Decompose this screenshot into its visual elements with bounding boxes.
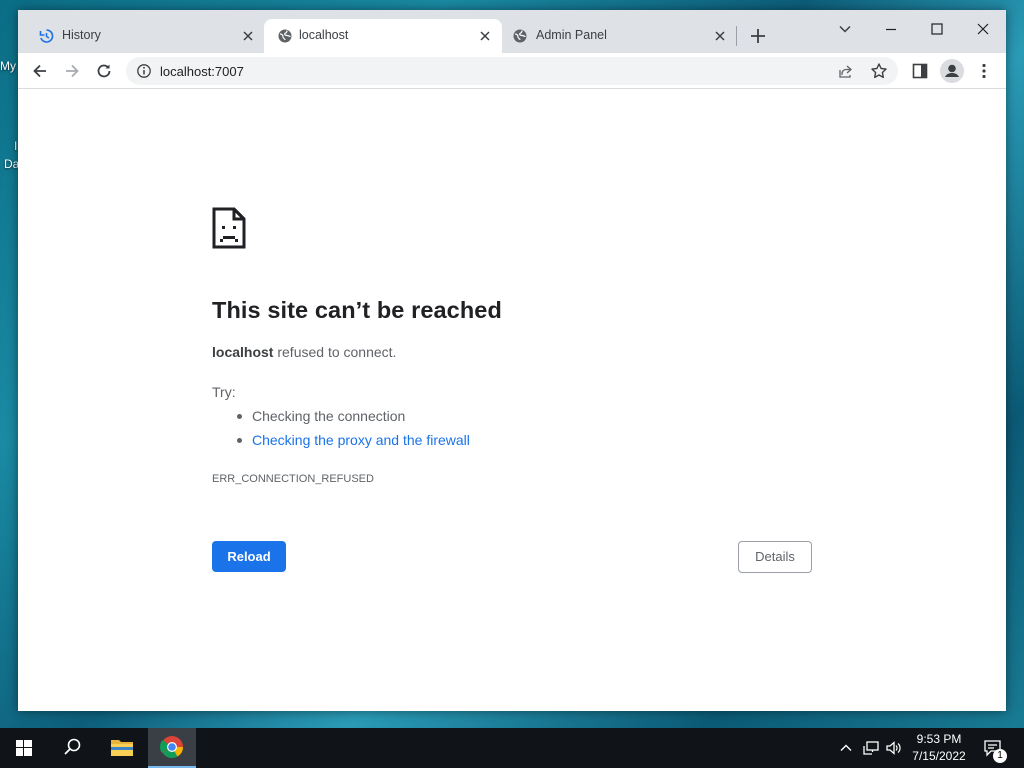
close-icon[interactable] bbox=[240, 28, 256, 44]
clock-time: 9:53 PM bbox=[916, 732, 962, 746]
suggestion-item: Checking the connection bbox=[237, 407, 470, 431]
windows-logo-icon bbox=[16, 740, 32, 756]
tab-localhost[interactable]: localhost bbox=[264, 19, 502, 53]
reload-button[interactable]: Reload bbox=[212, 541, 286, 572]
tab-divider bbox=[736, 26, 737, 46]
close-icon[interactable] bbox=[712, 28, 728, 44]
clock-date: 7/15/2022 bbox=[912, 749, 966, 763]
chrome-icon bbox=[160, 736, 183, 758]
person-icon bbox=[945, 64, 959, 77]
minimize-button[interactable] bbox=[878, 16, 904, 42]
start-button[interactable] bbox=[0, 728, 48, 768]
details-button[interactable]: Details bbox=[738, 541, 812, 573]
minimize-icon bbox=[886, 28, 896, 31]
sad-document-icon bbox=[212, 207, 246, 249]
chevron-down-icon bbox=[839, 25, 851, 33]
history-icon bbox=[39, 29, 54, 43]
chrome-taskbar-button[interactable] bbox=[148, 728, 196, 768]
search-icon bbox=[64, 738, 81, 755]
url-text: localhost:7007 bbox=[160, 64, 244, 79]
network-icon[interactable] bbox=[862, 739, 880, 757]
tab-search-button[interactable] bbox=[832, 16, 858, 42]
close-window-button[interactable] bbox=[970, 16, 996, 42]
reload-icon[interactable] bbox=[94, 61, 114, 81]
system-clock[interactable]: 9:53 PM 7/15/2022 bbox=[904, 731, 974, 765]
tab-label: History bbox=[62, 28, 101, 42]
more-options-icon[interactable] bbox=[974, 61, 994, 81]
notification-badge: 1 bbox=[993, 749, 1007, 763]
error-page: This site can’t be reached localhost ref… bbox=[18, 90, 1006, 711]
suggestion-list: Checking the connection Checking the pro… bbox=[237, 407, 470, 455]
error-code: ERR_CONNECTION_REFUSED bbox=[212, 473, 374, 485]
side-panel-icon[interactable] bbox=[910, 61, 930, 81]
new-tab-plus-icon[interactable] bbox=[749, 27, 767, 45]
error-message: localhost refused to connect. bbox=[212, 344, 396, 360]
error-message-text: refused to connect. bbox=[273, 344, 397, 360]
maximize-button[interactable] bbox=[924, 16, 950, 42]
taskbar: 9:53 PM 7/15/2022 1 bbox=[0, 728, 1024, 768]
try-label: Try: bbox=[212, 384, 236, 400]
folder-icon bbox=[111, 740, 133, 756]
close-icon bbox=[977, 23, 989, 35]
desktop-icon-label: I bbox=[14, 139, 18, 153]
tab-strip: History localhost Admin Panel bbox=[18, 10, 1006, 53]
back-arrow-icon[interactable] bbox=[30, 61, 50, 81]
maximize-icon bbox=[931, 23, 943, 35]
error-title: This site can’t be reached bbox=[212, 297, 502, 323]
desktop-icon-label: My bbox=[0, 59, 16, 73]
info-icon[interactable] bbox=[136, 63, 152, 79]
file-explorer-button[interactable] bbox=[98, 728, 146, 768]
profile-avatar[interactable] bbox=[940, 59, 964, 83]
share-icon[interactable] bbox=[838, 63, 854, 79]
volume-icon[interactable] bbox=[885, 739, 903, 757]
browser-window: History localhost Admin Panel localhost:… bbox=[18, 10, 1006, 711]
star-icon[interactable] bbox=[870, 62, 888, 80]
error-host: localhost bbox=[212, 344, 274, 360]
search-button[interactable] bbox=[48, 728, 96, 768]
tab-label: Admin Panel bbox=[536, 28, 607, 42]
forward-arrow-icon[interactable] bbox=[62, 61, 82, 81]
tab-label: localhost bbox=[299, 28, 349, 42]
address-bar[interactable]: localhost:7007 bbox=[126, 57, 898, 85]
suggestion-link[interactable]: Checking the proxy and the firewall bbox=[237, 431, 470, 455]
close-icon[interactable] bbox=[477, 28, 493, 44]
browser-toolbar: localhost:7007 bbox=[18, 53, 1006, 89]
globe-icon bbox=[513, 29, 527, 43]
tab-admin-panel[interactable]: Admin Panel bbox=[502, 19, 740, 53]
globe-icon bbox=[278, 29, 292, 43]
tab-history[interactable]: History bbox=[25, 19, 263, 53]
chevron-up-icon[interactable] bbox=[838, 740, 854, 756]
